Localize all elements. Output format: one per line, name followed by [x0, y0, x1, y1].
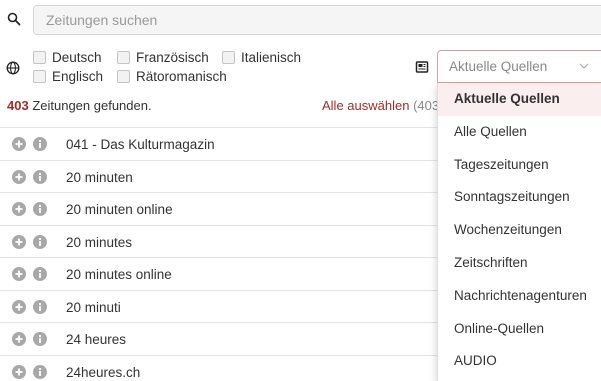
newspaper-name[interactable]: 041 - Das Kulturmagazin	[66, 137, 215, 152]
select-all-count: (403	[413, 98, 440, 113]
chevron-down-icon	[579, 63, 589, 69]
newspaper-name[interactable]: 20 minutes online	[66, 267, 172, 282]
checkbox[interactable]	[222, 51, 235, 64]
newspaper-name[interactable]: 20 minutes	[66, 235, 132, 250]
menu-item-aktuelle-quellen[interactable]: Aktuelle Quellen	[438, 83, 601, 116]
select-all-link[interactable]: Alle auswählen	[322, 98, 409, 113]
info-icon[interactable]	[33, 202, 47, 216]
search-row	[0, 0, 601, 40]
add-icon[interactable]	[12, 299, 26, 314]
search-icon	[7, 12, 21, 26]
info-icon[interactable]	[33, 299, 47, 314]
source-type-dropdown-menu: Aktuelle Quellen Alle Quellen Tageszeitu…	[437, 83, 601, 381]
info-icon[interactable]	[33, 332, 47, 346]
menu-item-nachrichtenagenturen[interactable]: Nachrichtenagenturen	[438, 280, 601, 313]
add-icon[interactable]	[12, 364, 26, 379]
info-icon[interactable]	[33, 234, 47, 249]
info-icon[interactable]	[33, 364, 47, 379]
add-icon[interactable]	[12, 267, 26, 281]
language-option-englisch[interactable]: Englisch	[33, 69, 103, 84]
globe-icon	[6, 61, 20, 75]
newspaper-name[interactable]: 20 minuten	[66, 170, 133, 185]
menu-item-sonntagszeitungen[interactable]: Sonntagszeitungen	[438, 181, 601, 214]
add-icon[interactable]	[12, 332, 26, 346]
language-option-raetoromanisch[interactable]: Rätoromanisch	[117, 69, 227, 84]
menu-item-alle-quellen[interactable]: Alle Quellen	[438, 116, 601, 149]
checkbox[interactable]	[33, 70, 46, 83]
add-icon[interactable]	[12, 137, 26, 151]
menu-item-audio[interactable]: AUDIO	[438, 345, 601, 378]
select-all: Alle auswählen (403	[322, 98, 439, 113]
source-type-selected-value: Aktuelle Quellen	[449, 59, 548, 74]
results-count-number: 403	[7, 98, 29, 113]
newspaper-name[interactable]: 20 minuten online	[66, 202, 173, 217]
checkbox[interactable]	[33, 51, 46, 64]
results-count-text: Zeitungen gefunden.	[28, 98, 152, 113]
add-icon[interactable]	[12, 202, 26, 216]
source-type-select[interactable]: Aktuelle Quellen	[437, 50, 601, 83]
checkbox[interactable]	[117, 70, 130, 83]
add-icon[interactable]	[12, 234, 26, 249]
newspaper-name[interactable]: 24heures.ch	[66, 365, 140, 380]
newspaper-name[interactable]: 20 minuti	[66, 300, 121, 315]
menu-item-zeitschriften[interactable]: Zeitschriften	[438, 247, 601, 280]
search-input[interactable]	[33, 5, 601, 35]
info-icon[interactable]	[33, 169, 47, 184]
newspaper-icon	[415, 61, 429, 73]
language-option-italienisch[interactable]: Italienisch	[222, 50, 301, 65]
language-option-deutsch[interactable]: Deutsch	[33, 50, 102, 65]
results-count: 403 Zeitungen gefunden.	[7, 98, 152, 113]
add-icon[interactable]	[12, 169, 26, 184]
newspaper-name[interactable]: 24 heures	[66, 332, 126, 347]
menu-item-online-quellen[interactable]: Online-Quellen	[438, 313, 601, 346]
info-icon[interactable]	[33, 137, 47, 151]
checkbox[interactable]	[117, 51, 130, 64]
info-icon[interactable]	[33, 267, 47, 281]
menu-item-tageszeitungen[interactable]: Tageszeitungen	[438, 149, 601, 182]
menu-item-wochenzeitungen[interactable]: Wochenzeitungen	[438, 214, 601, 247]
language-option-franzoesisch[interactable]: Französisch	[117, 50, 209, 65]
